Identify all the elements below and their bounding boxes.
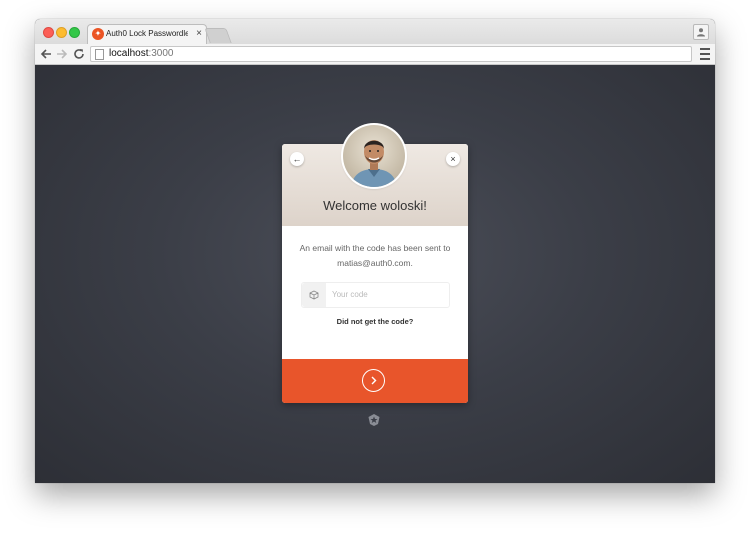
- tab-title: Auth0 Lock Passwordless: [106, 29, 188, 38]
- hamburger-menu-icon[interactable]: [700, 47, 710, 61]
- avatar: [343, 125, 405, 187]
- welcome-title: Welcome woloski!: [323, 198, 427, 213]
- close-icon[interactable]: ×: [446, 152, 460, 166]
- url-text[interactable]: localhost:3000: [109, 48, 174, 59]
- forward-button[interactable]: [56, 48, 68, 62]
- back-button[interactable]: [40, 48, 52, 62]
- url-host: localhost: [109, 48, 149, 59]
- arrow-right-icon: [57, 49, 68, 59]
- cube-icon: [302, 283, 326, 307]
- auth0-favicon-icon: ✦: [92, 28, 104, 40]
- avatar-photo: [343, 125, 405, 187]
- auth0-logo-icon: [367, 413, 381, 432]
- browser-window: ✦ Auth0 Lock Passwordless ×: [35, 19, 715, 483]
- browser-toolbar: localhost:3000: [35, 44, 715, 65]
- tab-strip: ✦ Auth0 Lock Passwordless ×: [35, 19, 715, 45]
- page-viewport: ← × Welcome woloski! An email with the c…: [35, 65, 715, 483]
- sent-message: An email with the code has been sent to …: [299, 243, 451, 268]
- url-port: :3000: [148, 48, 174, 59]
- browser-tab[interactable]: ✦ Auth0 Lock Passwordless ×: [87, 24, 207, 45]
- arrow-left-icon: [40, 49, 51, 59]
- code-field[interactable]: [301, 282, 450, 308]
- tab-close-icon[interactable]: ×: [196, 28, 202, 39]
- address-bar[interactable]: localhost:3000: [90, 46, 692, 62]
- profile-button[interactable]: [693, 24, 709, 40]
- close-window-button[interactable]: [43, 27, 54, 38]
- resend-code-link[interactable]: Did not get the code?: [282, 317, 468, 326]
- page-icon: [95, 49, 104, 60]
- code-input[interactable]: [332, 286, 442, 302]
- back-arrow-icon[interactable]: ←: [290, 152, 304, 166]
- minimize-window-button[interactable]: [56, 27, 67, 38]
- new-tab-button[interactable]: [204, 28, 232, 43]
- reload-button[interactable]: [73, 48, 85, 62]
- lock-widget: ← × Welcome woloski! An email with the c…: [282, 125, 468, 403]
- lock-header: ← × Welcome woloski!: [282, 125, 468, 226]
- chevron-right-icon: [362, 369, 385, 392]
- zoom-window-button[interactable]: [69, 27, 80, 38]
- person-icon: [697, 28, 705, 37]
- reload-icon: [74, 49, 84, 59]
- submit-button[interactable]: [282, 359, 468, 403]
